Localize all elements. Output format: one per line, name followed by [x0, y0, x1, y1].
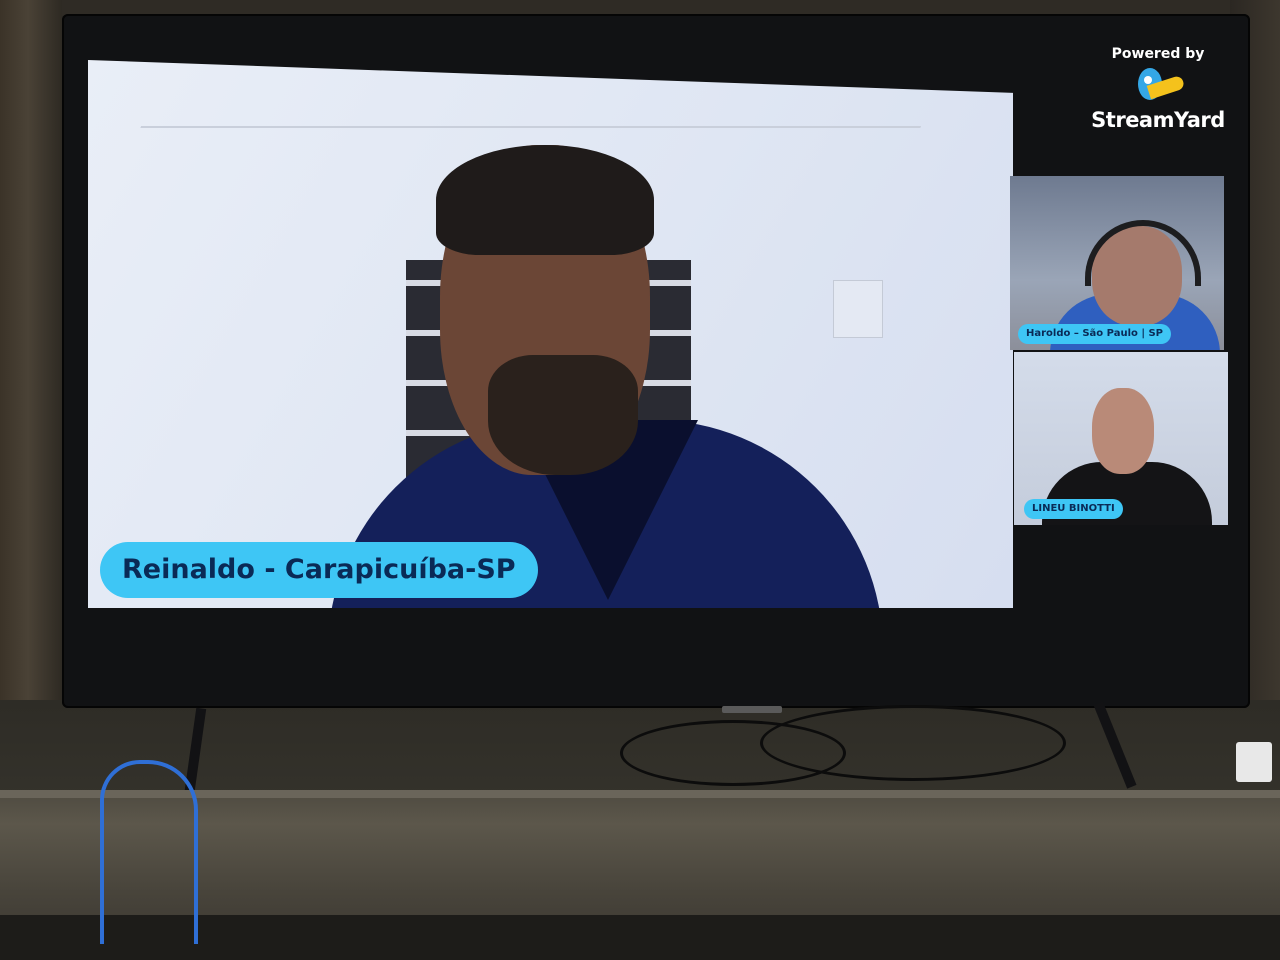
headset-icon — [1085, 220, 1201, 286]
participant-name-label: LINEU BINOTTI — [1024, 499, 1123, 519]
speaker-hair — [436, 145, 654, 255]
main-speaker-name-label: Reinaldo - Carapicuíba-SP — [100, 542, 538, 598]
participant-face — [1092, 388, 1154, 474]
blue-network-cable — [100, 760, 198, 944]
streamyard-branding: Powered by StreamYard — [1088, 44, 1228, 154]
ceiling-molding — [140, 86, 936, 128]
wall-left — [0, 0, 62, 800]
streamyard-duck-icon — [1128, 66, 1188, 106]
participant-name-label: Haroldo – São Paulo | SP — [1018, 324, 1172, 344]
wall-switch — [833, 280, 883, 338]
main-video-feed — [88, 60, 1013, 608]
cables — [760, 705, 1066, 781]
powered-by-text: Powered by — [1111, 46, 1205, 62]
power-plug — [1236, 742, 1272, 782]
tv-brand-logo — [722, 706, 782, 713]
participant-tile-haroldo: Haroldo – São Paulo | SP — [1010, 176, 1224, 350]
participant-tile-lineu: LINEU BINOTTI — [1014, 352, 1228, 525]
speaker-beard — [488, 355, 638, 475]
streamyard-logo-text: StreamYard — [1091, 108, 1225, 132]
